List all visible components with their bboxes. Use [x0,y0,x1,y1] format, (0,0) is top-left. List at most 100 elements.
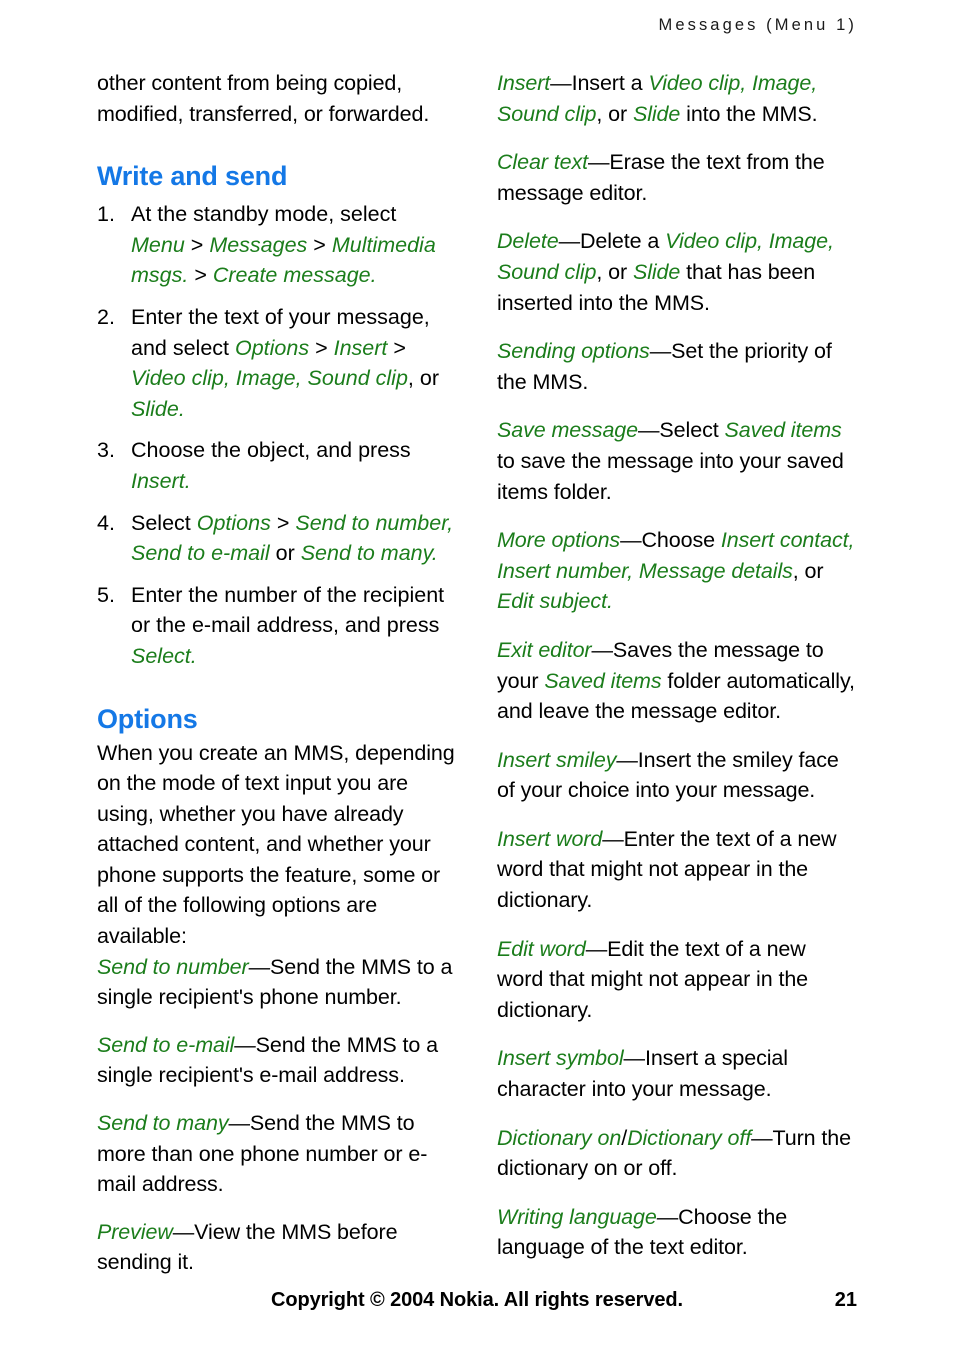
body-text: —Delete a [558,229,666,254]
ui-term: Message details [638,558,793,583]
ui-term: Sound clip [307,366,408,391]
continued-paragraph: other content from being copied, modifie… [97,71,430,126]
body-text: or [269,541,301,566]
options-intro-paragraph: When you create an MMS, depending on the… [97,740,455,949]
definition-entry: Writing language—Choose the language of … [497,1202,855,1263]
right-column: Insert—Insert a Video clip, Image, Sound… [497,68,855,1263]
ui-term: Options [234,335,310,360]
definition-term: Send to number [97,954,249,979]
ui-term: Dictionary off [627,1125,752,1150]
definition-entry: Sending options—Set the priority of the … [497,336,855,397]
ui-term: . [184,468,191,493]
ui-term: , [848,528,855,553]
definition-entry: Save message—Select Saved items to save … [497,415,855,507]
definition-term: Insert [497,71,551,95]
definition-term: Save message [497,418,639,443]
definition-entry: Send to e-mail—Send the MMS to a single … [97,1030,455,1091]
ui-term: Image [751,71,812,95]
ui-term: Saved items [544,668,662,693]
step-number: 5. [97,582,115,607]
ui-term: Create message [212,263,371,288]
definition-term: Insert word [497,826,603,851]
body-text: —Select [638,418,725,443]
two-column-body: other content from being copied, modifie… [97,68,867,1274]
body-text: > [184,232,210,257]
body-text: to save the message into your saved item… [497,448,844,504]
definition-term: Insert smiley [497,747,617,772]
ui-term: Edit subject [497,589,607,614]
body-text: Choose the object, and press [131,438,411,463]
ui-term: Insert [131,468,185,493]
body-text: , or [792,558,824,583]
definition-entry: Clear text—Erase the text from the messa… [497,147,855,208]
ui-term: . [370,263,377,288]
body-text: , or [596,101,633,126]
definition-entry: Send to many—Send the MMS to more than o… [97,1108,455,1200]
step-number: 3. [97,438,115,463]
definition-entry: More options—Choose Insert contact, Inse… [497,525,855,617]
ui-term: Slide [131,396,179,421]
heading-options: Options [97,703,198,734]
ui-term: , [223,366,236,391]
step-number: 1. [97,202,115,227]
definition-entry: Insert smiley—Insert the smiley face of … [497,745,855,806]
definition-term: More options [497,528,621,553]
definition-term: Insert symbol [497,1046,624,1071]
step-item: 2. Enter the text of your message, and se… [97,302,455,424]
ui-term: Messages [209,232,308,257]
definition-entry: Dictionary on/Dictionary off—Turn the di… [497,1123,855,1184]
running-header: Messages (Menu 1) [658,16,857,34]
page-number: 21 [834,1289,857,1311]
document-page: Messages (Menu 1) other content from bei… [0,0,954,1353]
ui-term: . [606,589,613,614]
ui-term: . [431,541,438,566]
body-text: Select [131,510,197,535]
ui-term: , [295,366,308,391]
body-text: > [309,335,334,360]
body-text: —Choose [620,528,721,553]
ui-term: Sound clip [497,101,597,126]
step-text: At the standby mode, select Menu > Messa… [131,202,436,287]
step-text: Choose the object, and press Insert. [131,438,411,493]
copyright-notice: Copyright © 2004 Nokia. All rights reser… [271,1289,683,1311]
definition-entry: Preview—View the MMS before sending it. [97,1217,455,1278]
definition-entry: Exit editor—Saves the message to your Sa… [497,635,855,727]
definition-term: Exit editor [497,637,592,662]
definition-term: Preview [97,1219,173,1244]
ui-term: Video clip [131,366,224,391]
definition-entry: Insert symbol—Insert a special character… [497,1043,855,1104]
step-text: Select Options > Send to number, Send to… [131,511,453,566]
heading-write-and-send: Write and send [97,161,288,192]
ui-term: Insert [333,335,388,360]
right-definition-list: Insert—Insert a Video clip, Image, Sound… [497,68,855,1263]
ui-term: . [190,643,197,668]
ui-term: , [627,558,639,583]
step-item: 5. Enter the number of the recipient or t… [97,580,455,672]
ui-term: , [811,71,818,95]
step-text: Enter the text of your message, and sele… [131,305,439,421]
left-column: other content from being copied, modifie… [97,68,455,1278]
definition-term: Send to e-mail [97,1032,235,1057]
step-text: Enter the number of the recipient or the… [131,583,444,668]
ui-term: Insert number [497,558,628,583]
ui-term: Send to many [300,541,432,566]
ui-term: Select [131,643,191,668]
body-text: > [188,263,213,288]
body-text: Enter the number of the recipient or the… [131,582,445,638]
ui-term: , [827,229,834,254]
ui-term: Slide [632,259,681,284]
step-number: 4. [97,510,115,535]
ui-term: Image [235,366,296,391]
ui-term: Slide [632,101,681,126]
ui-term: , [447,510,454,535]
ui-term: Video clip [648,71,741,95]
body-text: into the MMS. [680,101,818,126]
step-item: 3. Choose the object, and press Insert. [97,435,455,496]
ui-term: Insert contact [720,528,849,553]
definition-term: Dictionary on [497,1125,622,1150]
ui-term: Sound clip [497,259,597,284]
definition-term: Send to many [97,1111,229,1136]
body-text: > [387,335,406,360]
definition-entry: Delete—Delete a Video clip, Image, Sound… [497,226,855,318]
body-text: , or [407,366,439,391]
